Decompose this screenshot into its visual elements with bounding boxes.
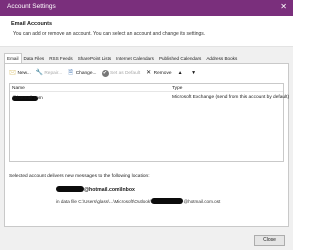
tab-email[interactable]: Email [4,53,22,63]
account-name: @hotmail.com [12,96,43,101]
header-description: You can add or remove an account. You ca… [13,31,206,37]
data-file-path: in data file C:\Users\glass\...\Microsof… [56,198,220,204]
title-bar: Account Settings ✕ [0,0,293,16]
data-file-prefix: in data file C:\Users\glass\...\Microsof… [56,199,152,204]
set-default-button-label: Set as Default [110,71,141,76]
change-button[interactable]: 🗎 Change... [67,70,96,77]
change-button-label: Change... [75,71,97,76]
delivery-location-text: @hotmail.com\Inbox [84,187,135,193]
close-button[interactable]: Close [254,235,285,246]
header-section: Email Accounts You can add or remove an … [0,16,293,47]
redacted-block [151,198,184,204]
tab-internet-calendars[interactable]: Internet Calendars [114,54,157,63]
move-down-button[interactable]: ▼ [190,70,199,77]
redacted-block [56,186,84,192]
header-title: Email Accounts [11,21,53,27]
accounts-list: Name Type @hotmail.com Microsoft Exchang… [9,83,289,162]
window-close-icon[interactable]: ✕ [280,2,287,12]
arrow-up-icon: ▲ [177,70,183,76]
move-up-button[interactable]: ▲ [177,70,186,77]
column-header-type[interactable]: Type [172,86,182,91]
remove-button[interactable]: ✕ Remove [145,70,171,77]
data-file-suffix: @hotmail.com.ost [183,199,221,204]
new-button-label: New... [17,71,31,76]
tab-data-files[interactable]: Data Files [22,54,48,63]
repair-icon: 🔧 [35,70,44,76]
account-toolbar: 🖂 New... 🔧 Repair... 🗎 Change... ✔ Set a… [9,69,204,78]
repair-button[interactable]: 🔧 Repair... [36,70,62,77]
tab-address-books[interactable]: Address Books [204,54,240,63]
new-button[interactable]: 🖂 New... [9,70,31,77]
arrow-down-icon: ▼ [191,70,197,76]
delivery-location: @hotmail.com\Inbox [56,186,135,193]
new-account-icon: 🖂 [9,70,17,76]
check-icon: ✔ [101,70,109,77]
list-header: Name Type [10,84,283,92]
remove-button-label: Remove [153,71,172,76]
tab-published-calendars[interactable]: Published Calendars [157,54,204,63]
account-row[interactable]: @hotmail.com Microsoft Exchange (send fr… [10,93,289,101]
set-default-button[interactable]: ✔ Set as Default [101,70,141,77]
column-header-name[interactable]: Name [12,86,25,91]
account-type: Microsoft Exchange (send from this accou… [172,94,290,100]
change-icon: 🗎 [68,70,74,76]
window-title: Account Settings [7,3,56,10]
repair-button-label: Repair... [44,71,63,76]
remove-icon: ✕ [146,70,152,76]
delivery-description: Selected account delivers new messages t… [9,174,150,179]
tab-sharepoint-lists[interactable]: SharePoint Lists [76,54,114,63]
tab-rss-feeds[interactable]: RSS Feeds [47,54,76,63]
